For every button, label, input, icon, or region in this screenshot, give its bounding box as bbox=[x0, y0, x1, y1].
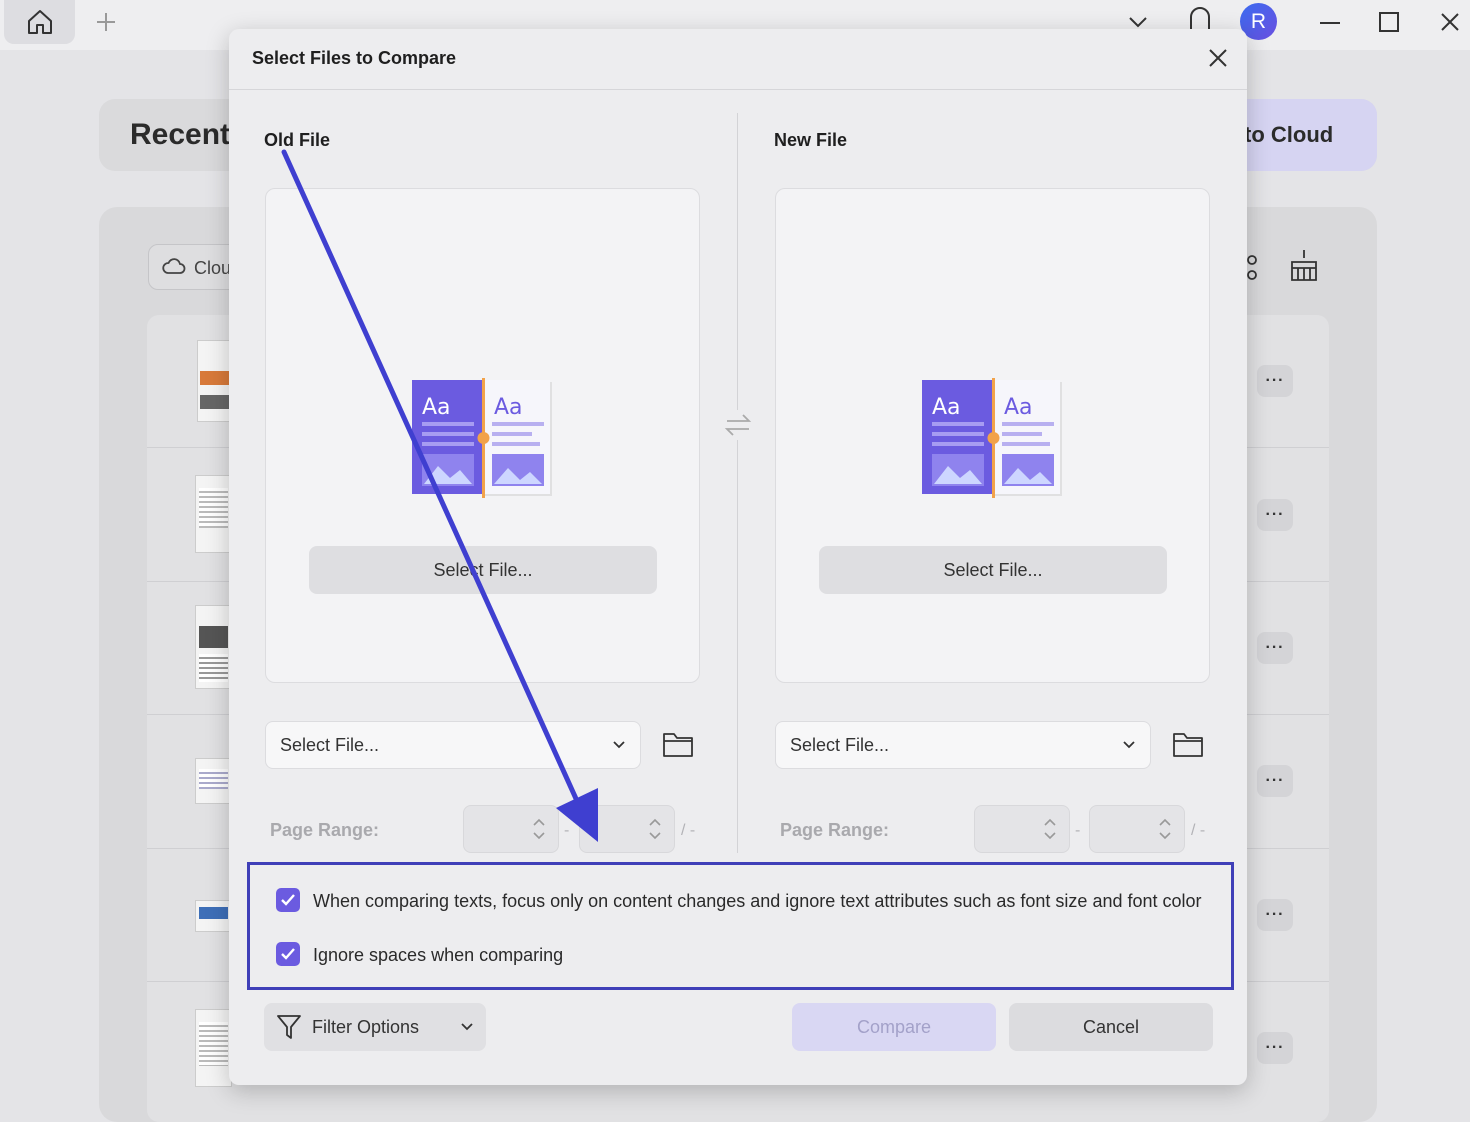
new-browse-folder-button[interactable] bbox=[1171, 729, 1205, 759]
close-icon bbox=[1441, 13, 1459, 31]
old-page-start-stepper[interactable] bbox=[463, 805, 559, 853]
dialog-close-button[interactable] bbox=[1205, 45, 1231, 71]
stepper-arrows-icon bbox=[649, 818, 661, 840]
swap-icon bbox=[724, 414, 752, 436]
stepper-arrows-icon bbox=[1159, 818, 1171, 840]
file-thumbnail[interactable] bbox=[195, 900, 232, 932]
filter-options-label: Filter Options bbox=[312, 1016, 420, 1037]
close-icon bbox=[1209, 49, 1227, 67]
more-options-button[interactable]: ··· bbox=[1257, 765, 1293, 797]
new-file-dropdown-value: Select File... bbox=[790, 734, 890, 755]
filter-icon bbox=[277, 1015, 301, 1039]
home-tab[interactable] bbox=[4, 0, 75, 44]
chevron-down-icon bbox=[613, 741, 625, 749]
cloud-filter-label: Clou bbox=[194, 258, 232, 278]
minimize-icon bbox=[1320, 22, 1340, 24]
new-page-total: / - bbox=[1191, 822, 1206, 839]
avatar-initial: R bbox=[1250, 9, 1267, 33]
broom-icon bbox=[1291, 250, 1317, 281]
home-icon bbox=[27, 10, 52, 34]
svg-text:Aa: Aa bbox=[422, 395, 451, 420]
column-divider bbox=[737, 113, 738, 853]
document-compare-icon: Aa Aa bbox=[412, 378, 552, 498]
new-tab-button[interactable] bbox=[92, 8, 120, 36]
stepper-arrows-icon bbox=[1044, 818, 1056, 840]
old-page-range-label: Page Range: bbox=[270, 820, 380, 840]
svg-text:Aa: Aa bbox=[932, 395, 961, 420]
ignore-spaces-checkbox[interactable] bbox=[276, 942, 300, 966]
check-icon bbox=[281, 894, 295, 906]
cancel-button[interactable]: Cancel bbox=[1009, 1003, 1213, 1051]
swap-files-button[interactable] bbox=[722, 410, 754, 440]
maximize-icon bbox=[1379, 12, 1399, 32]
old-page-total: / - bbox=[681, 822, 696, 839]
more-options-button[interactable]: ··· bbox=[1257, 499, 1293, 531]
ignore-attributes-label: When comparing texts, focus only on cont… bbox=[313, 891, 1202, 911]
minimize-button[interactable] bbox=[1316, 8, 1344, 36]
new-file-label: New File bbox=[774, 130, 848, 150]
compare-button[interactable]: Compare bbox=[792, 1003, 996, 1051]
old-file-label: Old File bbox=[264, 130, 331, 150]
new-file-dropdown[interactable]: Select File... bbox=[775, 721, 1151, 769]
more-options-button[interactable]: ··· bbox=[1257, 899, 1293, 931]
window-close-button[interactable] bbox=[1436, 8, 1464, 36]
recent-title: Recent bbox=[130, 118, 231, 151]
more-options-button[interactable]: ··· bbox=[1257, 632, 1293, 664]
file-thumbnail[interactable] bbox=[195, 475, 232, 553]
new-page-start-stepper[interactable] bbox=[974, 805, 1070, 853]
file-thumbnail[interactable] bbox=[195, 1009, 232, 1087]
svg-text:Aa: Aa bbox=[494, 395, 523, 420]
new-page-range-label: Page Range: bbox=[780, 820, 890, 840]
chevron-down-icon bbox=[1129, 17, 1147, 28]
old-browse-folder-button[interactable] bbox=[661, 729, 695, 759]
ignore-spaces-label: Ignore spaces when comparing bbox=[313, 945, 564, 965]
old-page-end-stepper[interactable] bbox=[579, 805, 675, 853]
clean-button[interactable] bbox=[1288, 248, 1320, 282]
old-file-dropdown[interactable]: Select File... bbox=[265, 721, 641, 769]
new-select-file-button[interactable]: Select File... bbox=[819, 546, 1167, 594]
more-options-button[interactable]: ··· bbox=[1257, 365, 1293, 397]
maximize-button[interactable] bbox=[1375, 8, 1403, 36]
folder-icon bbox=[663, 733, 693, 757]
plus-icon bbox=[97, 13, 115, 31]
file-thumbnail[interactable] bbox=[195, 605, 232, 689]
old-page-range-separator: - bbox=[564, 822, 570, 839]
dialog-title: Select Files to Compare bbox=[252, 48, 457, 68]
new-page-range-separator: - bbox=[1075, 822, 1081, 839]
compare-options-highlight bbox=[247, 862, 1234, 990]
ignore-attributes-checkbox[interactable] bbox=[276, 888, 300, 912]
new-page-end-stepper[interactable] bbox=[1089, 805, 1185, 853]
document-compare-icon: Aa Aa bbox=[922, 378, 1062, 498]
cloud-icon bbox=[162, 258, 186, 274]
file-thumbnail[interactable] bbox=[195, 758, 232, 804]
folder-icon bbox=[1173, 733, 1203, 757]
old-select-file-button[interactable]: Select File... bbox=[309, 546, 657, 594]
more-options-button[interactable]: ··· bbox=[1257, 1032, 1293, 1064]
check-icon bbox=[281, 948, 295, 960]
chevron-down-icon bbox=[461, 1023, 473, 1031]
svg-text:Aa: Aa bbox=[1004, 395, 1033, 420]
filter-options-button[interactable]: Filter Options bbox=[264, 1003, 486, 1051]
upload-to-cloud-label: to Cloud bbox=[1244, 122, 1334, 147]
file-thumbnail[interactable] bbox=[197, 340, 232, 422]
old-file-dropdown-value: Select File... bbox=[280, 734, 380, 755]
stepper-arrows-icon bbox=[533, 818, 545, 840]
chevron-down-icon bbox=[1123, 741, 1135, 749]
